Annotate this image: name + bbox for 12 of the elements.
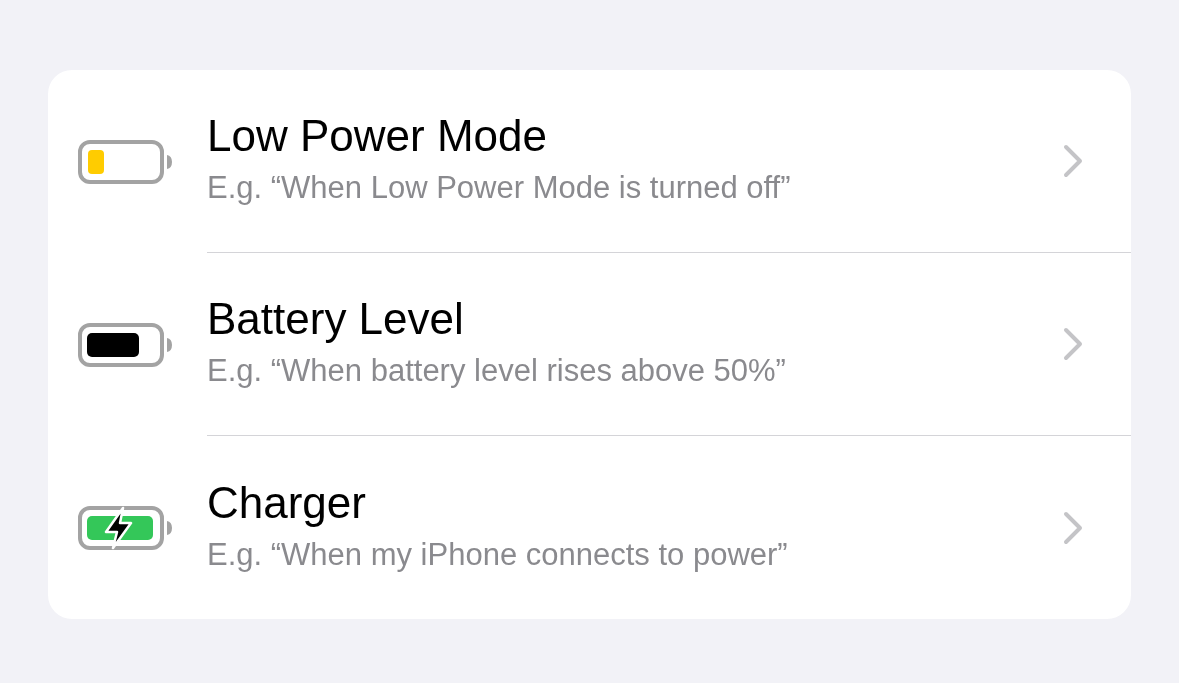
trigger-title[interactable]: Charger xyxy=(207,476,1063,529)
trigger-title[interactable]: Low Power Mode xyxy=(207,110,1063,162)
chevron-icon xyxy=(1063,144,1083,178)
chevron-icon xyxy=(1063,510,1083,545)
battery-icon xyxy=(78,505,174,550)
trigger-example: E.g. “When battery level rises above 50%” xyxy=(207,352,787,390)
battery-icon xyxy=(78,322,174,367)
battery-icon xyxy=(78,139,174,184)
trigger-example: E.g. “When Low Power Mode is turned off” xyxy=(207,169,792,207)
trigger-example: E.g. “When my iPhone connects to power” xyxy=(207,535,789,574)
trigger-title[interactable]: Battery Level xyxy=(207,293,1063,345)
chevron-icon xyxy=(1063,327,1083,361)
